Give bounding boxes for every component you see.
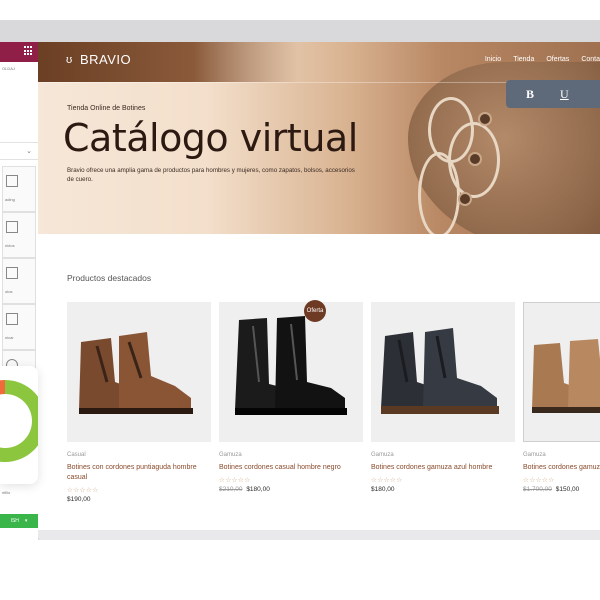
- analytics-card: [0, 366, 38, 484]
- image-icon: [6, 267, 18, 279]
- brown-boot-illustration: [79, 332, 193, 414]
- widget-label: nidos: [5, 243, 15, 248]
- site-logo[interactable]: ʊ BRAVIO: [66, 52, 131, 67]
- price-current: $190,00: [67, 496, 91, 503]
- nav-item-contacto[interactable]: Conta: [581, 56, 600, 63]
- product-category: Casual: [67, 452, 86, 458]
- price-current: $180,00: [371, 486, 395, 493]
- product-name[interactable]: Botines cordones casual hombre negro: [219, 463, 359, 473]
- product-name[interactable]: Botines cordones gamuza azul hombre: [371, 463, 511, 473]
- widget-link[interactable]: nicar: [2, 304, 36, 350]
- logo-text: BRAVIO: [80, 52, 132, 67]
- widget-label: ading: [5, 197, 15, 202]
- link-icon: [6, 313, 18, 325]
- product-category: Gamuza: [219, 452, 242, 458]
- site-preview: ʊ BRAVIO Inicio Tienda Ofertas Conta B U…: [38, 42, 600, 530]
- price-original: $210,00: [219, 486, 243, 493]
- product-price: $180,00: [371, 486, 395, 493]
- editor-header: [0, 42, 38, 62]
- rating-stars: ☆☆☆☆☆: [67, 487, 99, 494]
- sale-badge: Oferta: [304, 300, 326, 322]
- underline-button[interactable]: U: [560, 87, 569, 102]
- black-boot-illustration: [235, 316, 347, 415]
- section-title: Productos destacados: [67, 273, 152, 283]
- apps-grid-icon[interactable]: [24, 46, 34, 56]
- text-icon: [6, 221, 18, 233]
- rating-stars: ☆☆☆☆☆: [523, 477, 555, 484]
- logo-icon: ʊ: [66, 53, 73, 66]
- editor-footer-label: nfilio: [2, 490, 11, 495]
- browser-bottom-edge: [38, 530, 600, 538]
- product-image[interactable]: [67, 302, 211, 442]
- product-card[interactable]: Gamuza Botines cordones casual hombre ne…: [219, 302, 363, 512]
- tan-chukka-boot-illustration: [532, 339, 600, 413]
- product-price: $1.700,00 $150,00: [523, 486, 579, 493]
- chevron-down-icon: ⌄: [26, 148, 32, 155]
- hero-description: Bravio ofrece una amplia gama de product…: [67, 167, 355, 183]
- editor-sub-label: OLDAJ: [2, 66, 15, 71]
- product-card[interactable]: Gamuza Botines cordones gamuza hombre ☆☆…: [523, 302, 600, 512]
- product-name[interactable]: Botines con cordones puntiaguda hombre c…: [67, 463, 207, 483]
- rating-stars: ☆☆☆☆☆: [371, 477, 403, 484]
- price-current: $180,00: [246, 486, 270, 493]
- widget-photos[interactable]: otos: [2, 258, 36, 304]
- product-card[interactable]: Gamuza Botines cordones gamuza azul homb…: [371, 302, 515, 512]
- widget-label: otos: [5, 289, 13, 294]
- navy-suede-boot-illustration: [381, 328, 499, 414]
- rating-stars: ☆☆☆☆☆: [219, 477, 251, 484]
- product-card[interactable]: Casual Botines con cordones puntiaguda h…: [67, 302, 211, 512]
- widget-content[interactable]: nidos: [2, 212, 36, 258]
- widget-heading[interactable]: ading: [2, 166, 36, 212]
- price-original: $1.700,00: [523, 486, 552, 493]
- hero-title[interactable]: Catálogo virtual: [63, 116, 358, 160]
- nav-item-tienda[interactable]: Tienda: [513, 56, 534, 63]
- eyelet: [478, 112, 492, 126]
- publish-label: ISH: [10, 518, 19, 524]
- widget-label: nicar: [5, 335, 14, 340]
- product-category: Gamuza: [523, 452, 546, 458]
- product-category: Gamuza: [371, 452, 394, 458]
- product-image[interactable]: [371, 302, 515, 442]
- eyelet: [468, 152, 482, 166]
- main-nav: Inicio Tienda Ofertas Conta: [485, 56, 600, 63]
- editor-section-toggle[interactable]: ⌄: [0, 142, 38, 160]
- hero-banner: ʊ BRAVIO Inicio Tienda Ofertas Conta B U…: [38, 42, 600, 234]
- product-image[interactable]: [219, 302, 363, 442]
- bold-button[interactable]: B: [526, 87, 534, 102]
- product-price: $210,00 $180,00: [219, 486, 270, 493]
- nav-item-inicio[interactable]: Inicio: [485, 56, 501, 63]
- price-current: $150,00: [555, 486, 580, 493]
- eyelet: [458, 192, 472, 206]
- product-price: $190,00: [67, 496, 91, 503]
- caret-down-icon: ▾: [24, 518, 28, 524]
- lace-loop: [418, 152, 460, 234]
- browser-top-bar: [0, 20, 600, 44]
- heading-icon: [6, 175, 18, 187]
- nav-item-ofertas[interactable]: Ofertas: [546, 56, 569, 63]
- publish-button[interactable]: ISH ▾: [0, 514, 38, 528]
- product-image[interactable]: [523, 302, 600, 442]
- hero-eyebrow: Tienda Online de Botines: [67, 105, 146, 112]
- text-format-toolbar: B U: [506, 80, 600, 108]
- product-name[interactable]: Botines cordones gamuza hombre: [523, 463, 600, 473]
